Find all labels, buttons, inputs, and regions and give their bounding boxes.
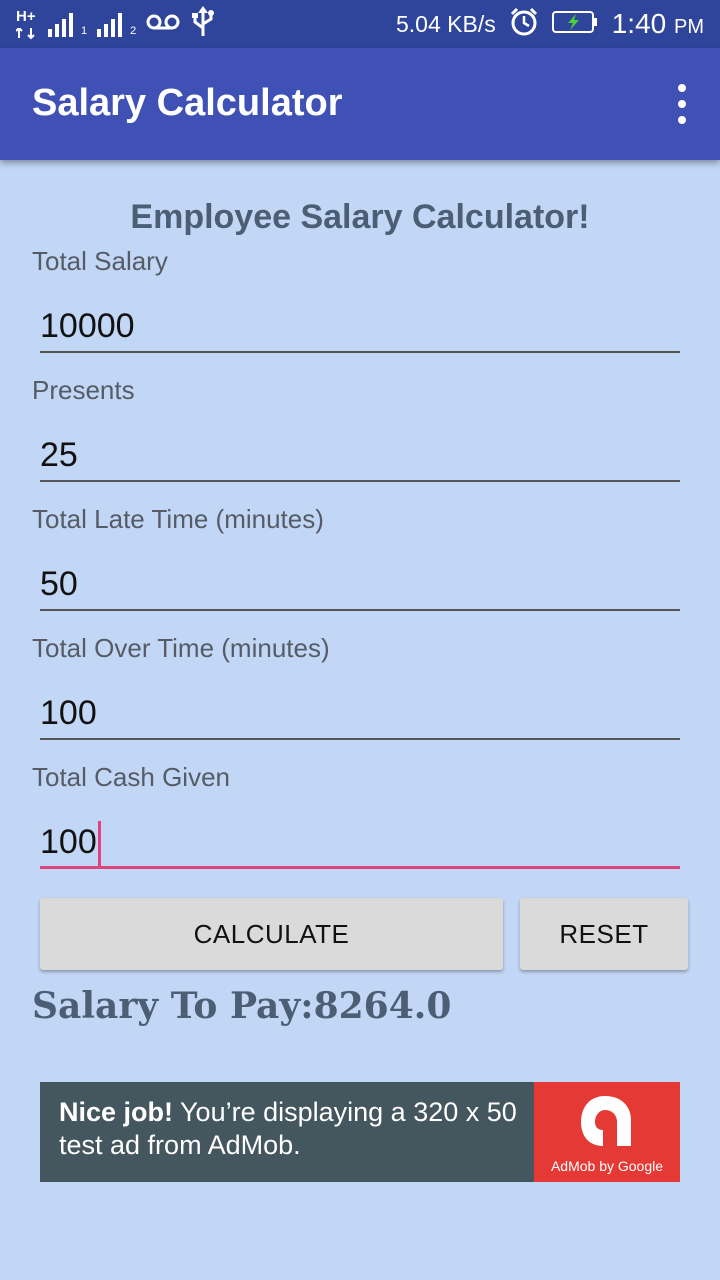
status-bar: H+ 1 2 5.04 KB/s 1:40 PM — [0, 0, 720, 48]
total-salary-label: Total Salary — [32, 246, 168, 276]
overflow-dot — [678, 84, 686, 92]
voicemail-icon — [146, 12, 180, 37]
sim2-label: 2 — [130, 25, 137, 37]
admob-logo: AdMob by Google — [534, 1082, 680, 1182]
form-heading: Employee Salary Calculator! — [130, 198, 590, 236]
admob-icon — [581, 1096, 631, 1146]
salary-result: Salary To Pay:8264.0 — [32, 985, 452, 1027]
overflow-dot — [678, 116, 686, 124]
status-bar-left: H+ 1 2 — [16, 5, 216, 43]
clock-time: 1:40 — [611, 8, 667, 39]
app-title: Salary Calculator — [32, 82, 343, 124]
presents-label: Presents — [32, 375, 135, 405]
signal-sim2-icon: 2 — [97, 11, 136, 37]
reset-button[interactable]: RESET — [520, 898, 688, 970]
calculate-button[interactable]: CALCULATE — [40, 898, 503, 970]
late-time-label: Total Late Time (minutes) — [32, 504, 324, 534]
network-speed: 5.04 KB/s — [395, 10, 496, 37]
sim1-label: 1 — [81, 25, 88, 37]
cash-given-label: Total Cash Given — [32, 762, 230, 792]
over-time-input[interactable]: 100 — [40, 686, 680, 740]
admob-brand: AdMob by Google — [550, 1158, 664, 1174]
late-time-input[interactable]: 50 — [40, 557, 680, 611]
text-cursor — [97, 821, 101, 868]
clock-ampm: PM — [674, 16, 704, 38]
network-type-label: H+ — [16, 8, 36, 25]
overflow-menu-icon[interactable] — [672, 84, 692, 124]
ad-message-bold: Nice job! — [59, 1097, 174, 1127]
alarm-icon — [510, 7, 538, 41]
cash-given-value: 100 — [40, 823, 97, 861]
battery-charging-icon — [551, 10, 598, 39]
presents-input[interactable]: 25 — [40, 428, 680, 482]
cash-given-input[interactable]: 100 — [40, 815, 680, 869]
signal-sim1-icon: 1 — [48, 11, 87, 37]
ad-message: Nice job! You’re displaying a 320 x 50 t… — [59, 1096, 539, 1162]
overflow-dot — [678, 100, 686, 108]
over-time-label: Total Over Time (minutes) — [32, 633, 330, 663]
usb-icon — [190, 5, 216, 43]
status-bar-right: 5.04 KB/s 1:40 PM — [395, 7, 704, 41]
app-bar: Salary Calculator — [0, 48, 720, 160]
network-type-icon: H+ — [16, 8, 38, 40]
ad-banner[interactable]: Nice job! You’re displaying a 320 x 50 t… — [40, 1082, 680, 1182]
clock: 1:40 PM — [612, 8, 704, 40]
total-salary-input[interactable]: 10000 — [40, 299, 680, 353]
